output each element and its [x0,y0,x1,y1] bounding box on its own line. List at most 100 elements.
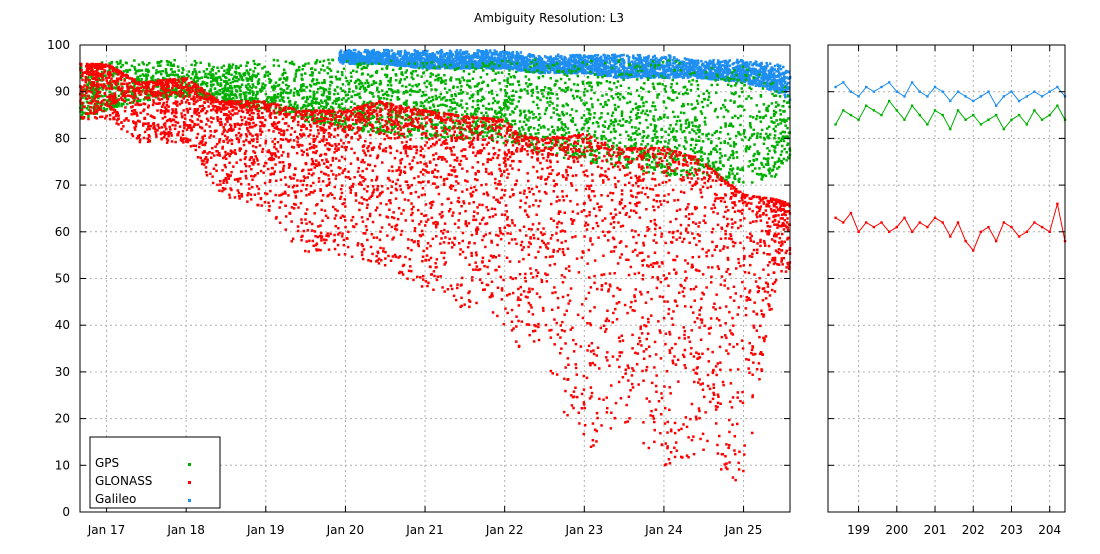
data-point [465,103,468,106]
data-point [585,102,588,105]
data-point [498,82,501,85]
data-point [371,53,374,56]
data-point [541,66,544,69]
data-point [537,91,540,94]
data-point [650,123,653,126]
data-point [395,73,398,76]
data-point [342,54,345,57]
data-point [486,73,489,76]
data-point [339,61,342,64]
data-point [607,71,610,74]
data-point [404,53,407,56]
data-point [291,61,294,64]
data-point [657,150,660,153]
data-point [643,65,646,68]
data-point [282,81,285,84]
data-point [483,64,486,67]
data-point [400,122,403,125]
data-point [741,91,744,94]
data-point [719,168,722,171]
data-point [273,64,276,67]
data-point [411,65,414,68]
data-point [669,55,672,58]
data-point [440,126,443,128]
data-point [607,66,610,69]
data-point [365,67,368,70]
data-point [533,55,536,58]
data-point [352,70,355,73]
data-point [277,96,280,99]
data-point [777,69,780,72]
data-point [395,58,398,61]
data-point [753,68,756,71]
data-point [668,67,671,70]
data-point [353,103,356,106]
data-point [661,128,664,131]
data-point [309,90,312,93]
data-point [414,55,417,58]
data-point [725,66,728,69]
data-point [546,65,549,68]
data-point [601,76,604,79]
data-point [647,56,650,59]
data-point [342,62,345,65]
data-point [152,67,155,70]
data-point [778,79,781,82]
data-point [658,64,661,66]
data-point [465,52,468,55]
data-point [533,67,536,70]
data-point [784,82,787,85]
data-point [583,72,586,75]
data-point [600,60,603,63]
data-point [632,108,635,111]
data-point [733,62,736,65]
data-point [127,99,130,102]
data-point [648,171,651,174]
data-point [546,70,549,73]
data-point [395,79,398,82]
data-point [522,128,525,131]
data-point [487,84,490,87]
data-point [666,159,669,162]
data-point [752,155,755,158]
data-point [639,133,642,136]
data-point [122,103,125,106]
data-point [350,62,353,65]
data-point [776,79,779,82]
data-point [709,60,712,63]
data-point [716,116,719,119]
data-point [524,62,527,64]
data-point [643,57,646,60]
data-point [340,51,343,54]
data-point [223,70,226,73]
data-point [602,69,605,72]
data-point [541,58,544,61]
data-point [423,94,426,97]
data-point [577,140,580,143]
data-point [537,58,540,61]
data-point [650,59,653,62]
data-point [727,84,730,87]
data-point [763,70,766,73]
data-point [623,70,626,73]
data-point [749,83,752,86]
data-point [419,55,422,58]
data-point [267,71,270,74]
data-point [118,95,121,98]
data-point [353,63,356,65]
data-point [583,123,586,126]
data-point [765,114,768,117]
data-point [346,80,349,83]
data-point [778,87,781,90]
data-point [508,52,511,55]
data-point [769,69,772,72]
data-point [542,64,545,67]
data-point [699,68,702,71]
data-point [622,65,625,68]
data-point [751,170,754,173]
data-point [301,68,304,71]
data-point [751,181,754,184]
data-point [508,69,511,72]
data-point [776,144,779,147]
data-point [628,59,631,62]
